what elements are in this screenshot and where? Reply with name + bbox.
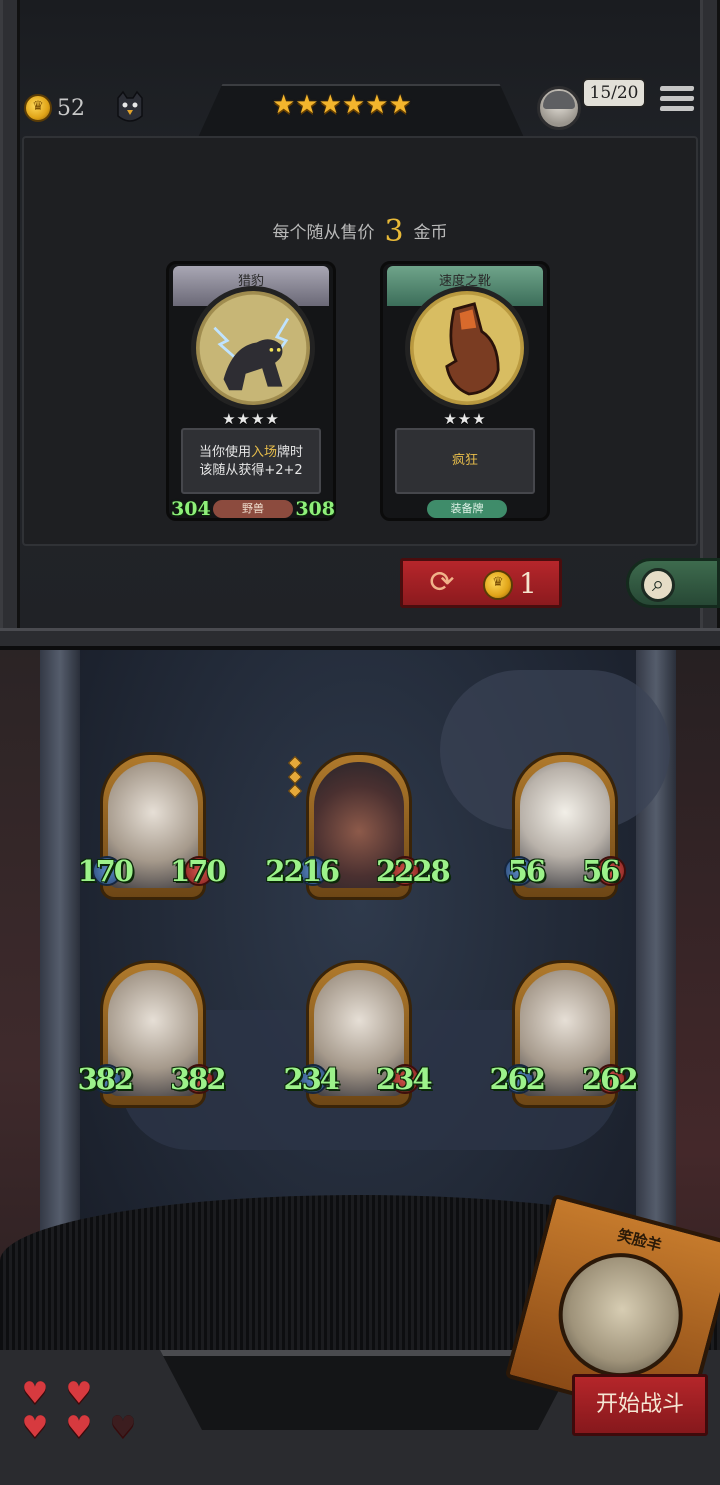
board-unit-rabbit[interactable]: 170 170: [77, 752, 227, 912]
population-count: 15/20: [582, 78, 646, 108]
search-icon: ⌕: [641, 568, 675, 602]
sell-price-line: 每个随从售价 3 金币: [0, 214, 720, 249]
search-button[interactable]: ⌕: [626, 558, 720, 608]
sell-text-prefix: 每个随从售价: [272, 223, 375, 243]
unit-attack: 2216: [265, 854, 340, 888]
crow-icon[interactable]: [114, 90, 146, 126]
card-tag: 野兽: [213, 500, 293, 518]
card-description: 疯狂: [395, 428, 535, 494]
desc-line1-suffix: 牌时: [277, 445, 304, 460]
board-unit-masked-rat[interactable]: 56 56: [504, 752, 626, 912]
board-unit-rabbit[interactable]: 234 234: [283, 960, 433, 1120]
gold-count: 52: [57, 96, 85, 121]
refresh-cost: 1: [519, 567, 537, 600]
menu-icon[interactable]: [659, 86, 695, 118]
sell-text-suffix: 金币: [413, 223, 448, 243]
frame-right: [700, 0, 720, 640]
panel-divider: [0, 628, 720, 650]
goat-portrait-icon: [544, 1239, 697, 1392]
unit-health: 56: [582, 854, 620, 888]
unit-health: 170: [170, 854, 227, 888]
unit-health: 262: [582, 1062, 639, 1096]
empty-heart-icon: ♥: [109, 1410, 137, 1445]
refresh-icon: ⟳: [429, 565, 455, 600]
heart-icon: ♥: [65, 1410, 93, 1445]
card-description: 当你使用入场牌时 该随从获得+2+2: [181, 428, 321, 494]
unit-health: 2228: [376, 854, 451, 888]
card-stars: ★★★★: [222, 410, 280, 428]
unit-attack: 234: [283, 1062, 340, 1096]
boot-art-icon: [405, 286, 529, 410]
unit-attack: 262: [489, 1062, 546, 1096]
board-unit-rabbit[interactable]: 262 262: [489, 960, 639, 1120]
coin-icon: [483, 570, 513, 600]
unit-health: 234: [376, 1062, 433, 1096]
card-tag: 装备牌: [427, 500, 507, 518]
board-unit-rabbit[interactable]: 382 382: [77, 960, 227, 1120]
frame-left: [0, 0, 20, 640]
desc-line2: 该随从获得+2+2: [199, 463, 303, 478]
unit-attack: 170: [77, 854, 134, 888]
cheetah-art-icon: [191, 286, 315, 410]
sell-price: 3: [384, 214, 404, 249]
shop-panel: 52 ★★★★★★ 15/20 每个随从售价 3 金币 猎豹 ★★★★ 当你使用入场…: [0, 0, 720, 645]
start-battle-button[interactable]: 开始战斗: [572, 1374, 708, 1436]
board-unit-hellhound[interactable]: 2216 2228: [265, 752, 451, 912]
unit-health: 382: [170, 1062, 227, 1096]
refresh-button[interactable]: ⟳ 1: [400, 558, 562, 608]
shop-card-speed-boots[interactable]: 速度之靴 ★★★ 疯狂 装备牌: [380, 261, 550, 521]
unit-attack: 382: [77, 1062, 134, 1096]
desc-highlight: 入场: [250, 445, 277, 460]
shop-board: [22, 136, 698, 546]
card-health: 308: [295, 498, 335, 520]
desc-prefix: 当你使用: [198, 445, 251, 460]
shop-card-cheetah[interactable]: 猎豹 ★★★★ 当你使用入场牌时 该随从获得+2+2 野兽 304 308: [166, 261, 336, 521]
heart-icon: ♥: [21, 1410, 49, 1445]
unit-attack: 56: [507, 854, 546, 888]
heart-icon: ♥: [65, 1376, 93, 1411]
card-attack: 304: [171, 498, 211, 520]
card-stars: ★★★: [443, 410, 487, 428]
pillar-left: [40, 650, 80, 1250]
gold-coin-icon: [24, 94, 52, 122]
heart-icon: ♥: [21, 1376, 49, 1411]
tier-stars-text: ★★★★★★: [272, 90, 412, 120]
upgrade-pips-icon: [287, 755, 303, 800]
tier-stars: ★★★★★★: [272, 90, 412, 120]
player-avatar[interactable]: [537, 86, 581, 130]
